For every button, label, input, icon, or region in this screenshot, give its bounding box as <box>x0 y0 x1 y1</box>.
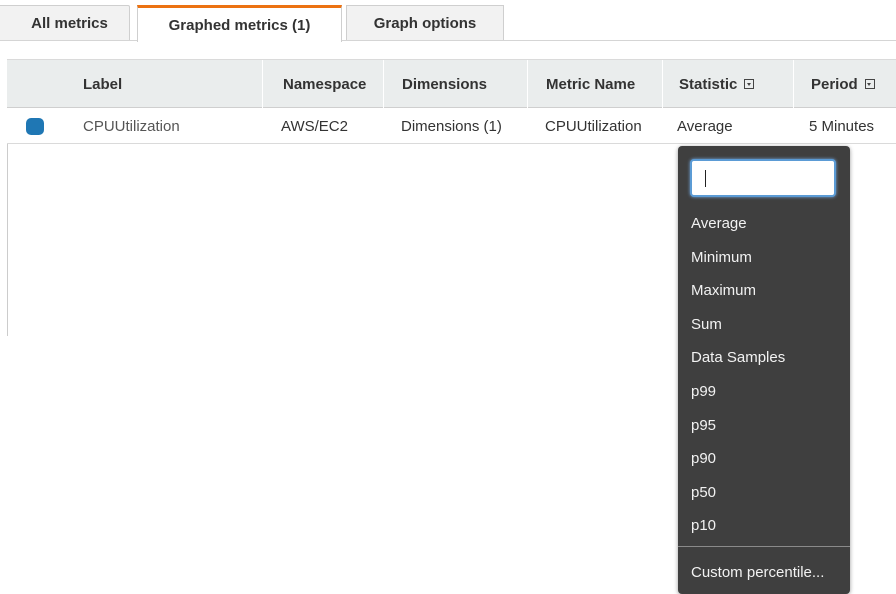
column-header-namespace[interactable]: Namespace <box>283 60 366 108</box>
statistic-option-data-samples[interactable]: Data Samples <box>678 341 850 374</box>
tab-graph-options-label: Graph options <box>373 15 477 32</box>
statistic-option-average[interactable]: Average <box>678 207 850 240</box>
column-header-period[interactable]: Period <box>811 60 875 108</box>
tab-all-metrics[interactable]: All metrics <box>0 5 130 41</box>
row-label[interactable]: CPUUtilization <box>83 108 180 144</box>
column-divider <box>793 60 794 108</box>
statistic-option-p99[interactable]: p99 <box>678 375 850 408</box>
row-namespace: AWS/EC2 <box>281 117 348 135</box>
column-menu-icon[interactable] <box>864 79 875 89</box>
column-header-label[interactable]: Label <box>83 60 122 108</box>
tab-bar: All metrics Graphed metrics (1) Graph op… <box>0 0 896 42</box>
tab-graphed-metrics-label: Graphed metrics (1) <box>168 16 311 34</box>
column-divider <box>662 60 663 108</box>
tab-graph-options[interactable]: Graph options <box>346 5 504 41</box>
statistic-search-input[interactable] <box>690 159 836 197</box>
column-header-dimensions[interactable]: Dimensions <box>402 60 487 108</box>
panel-left-border <box>7 144 8 336</box>
statistic-option-p90[interactable]: p90 <box>678 442 850 475</box>
statistic-option-minimum[interactable]: Minimum <box>678 241 850 274</box>
graphed-metrics-page: All metrics Graphed metrics (1) Graph op… <box>0 0 896 594</box>
column-header-period-label: Period <box>811 75 858 93</box>
column-divider <box>383 60 384 108</box>
statistic-option-p50[interactable]: p50 <box>678 476 850 509</box>
statistic-dropdown: Average Minimum Maximum Sum Data Samples… <box>678 146 850 594</box>
metrics-table-header: Label Namespace Dimensions Metric Name S… <box>7 59 896 108</box>
statistic-option-maximum[interactable]: Maximum <box>678 274 850 307</box>
row-metric-name: CPUUtilization <box>545 117 642 135</box>
dropdown-divider <box>678 546 850 547</box>
tab-all-metrics-label: All metrics <box>31 15 108 32</box>
statistic-option-p10[interactable]: p10 <box>678 509 850 542</box>
row-dimensions[interactable]: Dimensions (1) <box>401 108 502 144</box>
column-header-metric-name[interactable]: Metric Name <box>546 60 635 108</box>
text-cursor <box>705 170 706 187</box>
table-row: CPUUtilization AWS/EC2 Dimensions (1) CP… <box>7 108 896 144</box>
column-header-statistic[interactable]: Statistic <box>679 60 755 108</box>
column-menu-icon[interactable] <box>744 79 755 89</box>
statistic-option-custom-percentile[interactable]: Custom percentile... <box>678 556 850 589</box>
series-color-swatch[interactable] <box>26 118 44 135</box>
tab-bar-divider <box>0 40 896 41</box>
row-statistic[interactable]: Average <box>677 108 733 144</box>
statistic-option-sum[interactable]: Sum <box>678 308 850 341</box>
row-period[interactable]: 5 Minutes <box>809 108 874 144</box>
tab-graphed-metrics[interactable]: Graphed metrics (1) <box>137 5 342 42</box>
column-divider <box>527 60 528 108</box>
column-header-statistic-label: Statistic <box>679 75 738 93</box>
column-divider <box>262 60 263 108</box>
statistic-option-p95[interactable]: p95 <box>678 409 850 442</box>
